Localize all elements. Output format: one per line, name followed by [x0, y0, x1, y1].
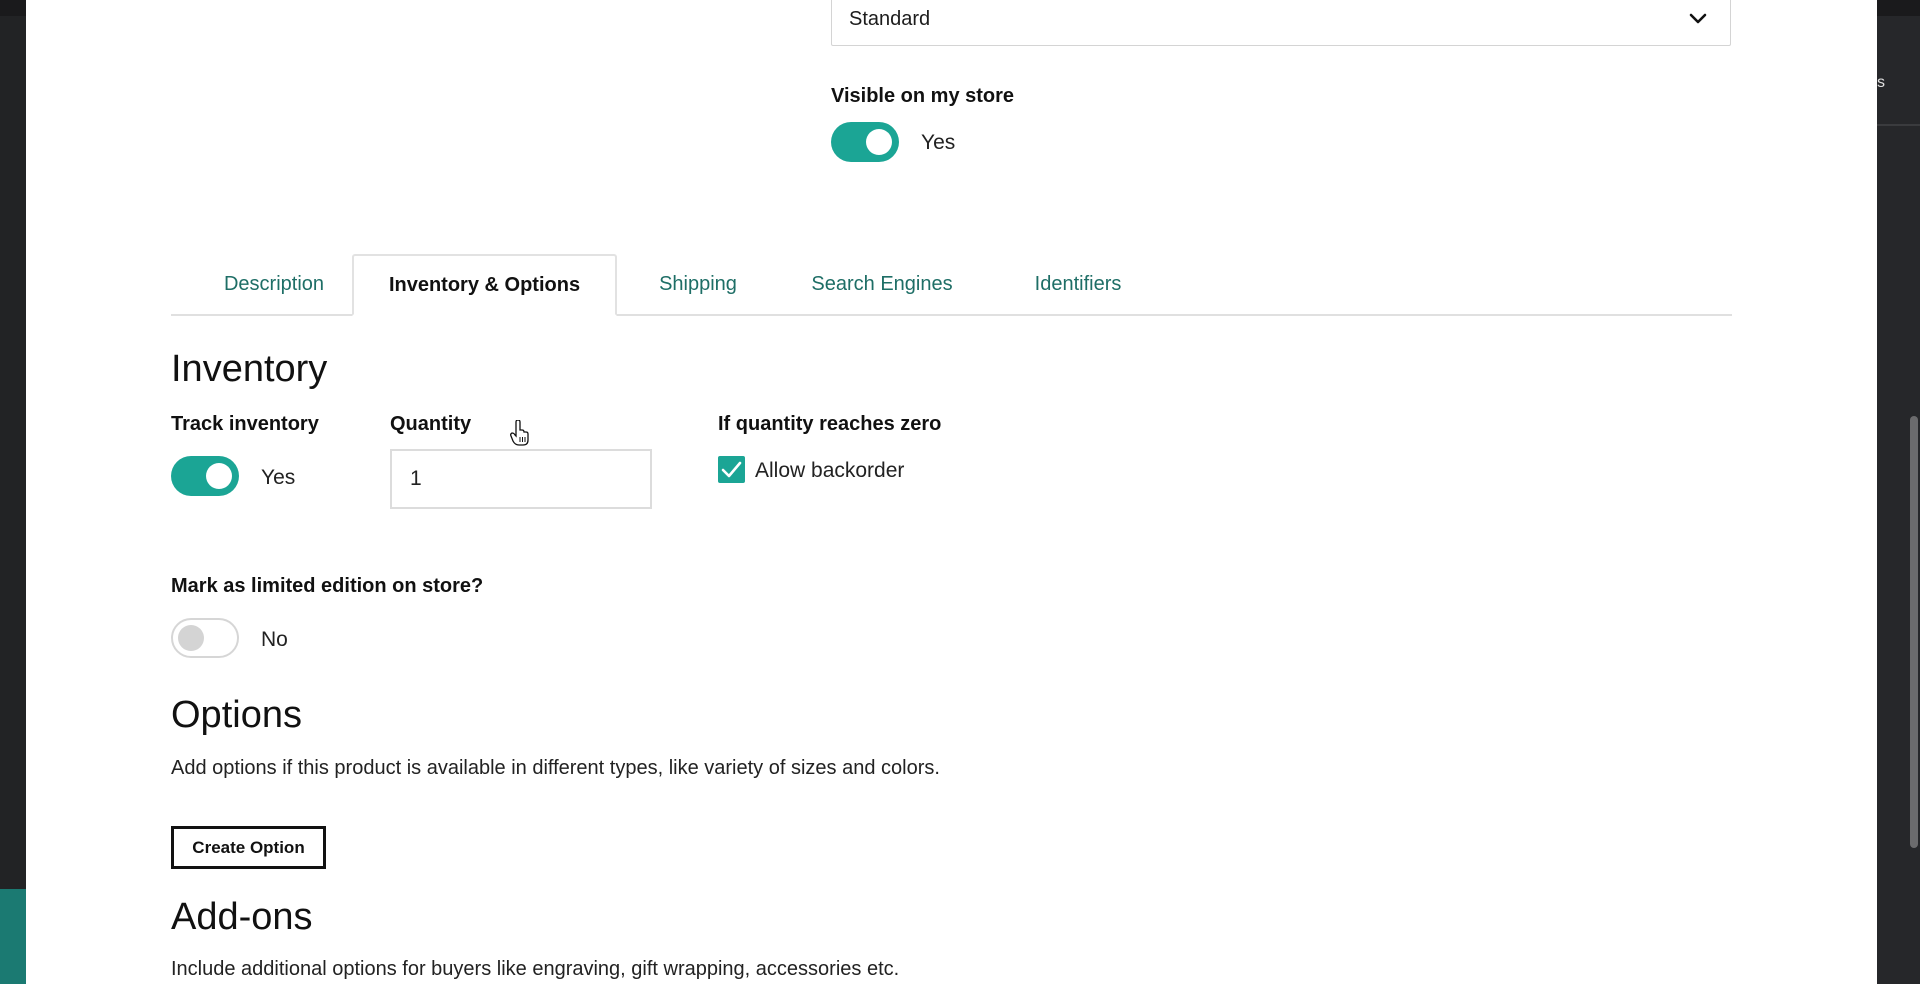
zero-quantity-label: If quantity reaches zero — [718, 413, 942, 435]
create-option-button[interactable]: Create Option — [171, 826, 326, 869]
tab-shipping[interactable]: Shipping — [623, 254, 773, 314]
toggle-knob — [206, 463, 232, 489]
scrollbar-thumb[interactable] — [1910, 416, 1918, 848]
visible-on-store-label: Visible on my store — [831, 85, 1015, 107]
tab-inventory-options[interactable]: Inventory & Options — [352, 254, 617, 316]
left-backdrop — [0, 0, 26, 984]
allow-backorder-checkbox[interactable] — [718, 456, 745, 483]
visible-on-store-toggle[interactable] — [831, 122, 899, 162]
shipping-method-select[interactable]: Standard — [831, 0, 1731, 46]
addons-heading: Add-ons — [171, 896, 313, 938]
product-tabs: Description Inventory & Options Shipping… — [171, 254, 1732, 316]
backdrop-peek-text: s — [1877, 74, 1885, 91]
quantity-value: 1 — [410, 467, 422, 490]
tab-label: Inventory & Options — [388, 273, 581, 296]
options-heading: Options — [171, 694, 302, 736]
track-inventory-toggle[interactable] — [171, 456, 239, 496]
tab-label: Search Engines — [811, 272, 953, 295]
backdrop-teal-strip — [0, 889, 26, 984]
quantity-label: Quantity — [390, 413, 472, 435]
limited-edition-toggle[interactable] — [171, 618, 239, 658]
tab-label: Identifiers — [1034, 272, 1122, 295]
tab-description[interactable]: Description — [189, 254, 359, 314]
quantity-input[interactable]: 1 — [390, 449, 652, 509]
backdrop-topbar — [0, 0, 26, 16]
inventory-heading: Inventory — [171, 348, 328, 390]
options-description: Add options if this product is available… — [171, 757, 940, 779]
shipping-method-value: Standard — [849, 7, 931, 30]
chevron-down-icon — [1689, 13, 1707, 24]
hand-cursor-icon — [510, 420, 529, 446]
toggle-knob — [178, 625, 204, 651]
tab-label: Description — [223, 272, 325, 295]
tab-identifiers[interactable]: Identifiers — [1003, 254, 1153, 314]
limited-edition-label: Mark as limited edition on store? — [171, 575, 484, 597]
checkmark-icon — [721, 461, 742, 478]
visible-on-store-state: Yes — [921, 131, 956, 154]
track-inventory-label: Track inventory — [171, 413, 319, 435]
allow-backorder-label: Allow backorder — [755, 459, 905, 482]
toggle-knob — [866, 129, 892, 155]
tab-label: Shipping — [659, 272, 737, 295]
tab-search-engines[interactable]: Search Engines — [787, 254, 977, 314]
limited-edition-state: No — [261, 628, 288, 651]
track-inventory-state: Yes — [261, 466, 296, 489]
addons-description: Include additional options for buyers li… — [171, 958, 900, 980]
